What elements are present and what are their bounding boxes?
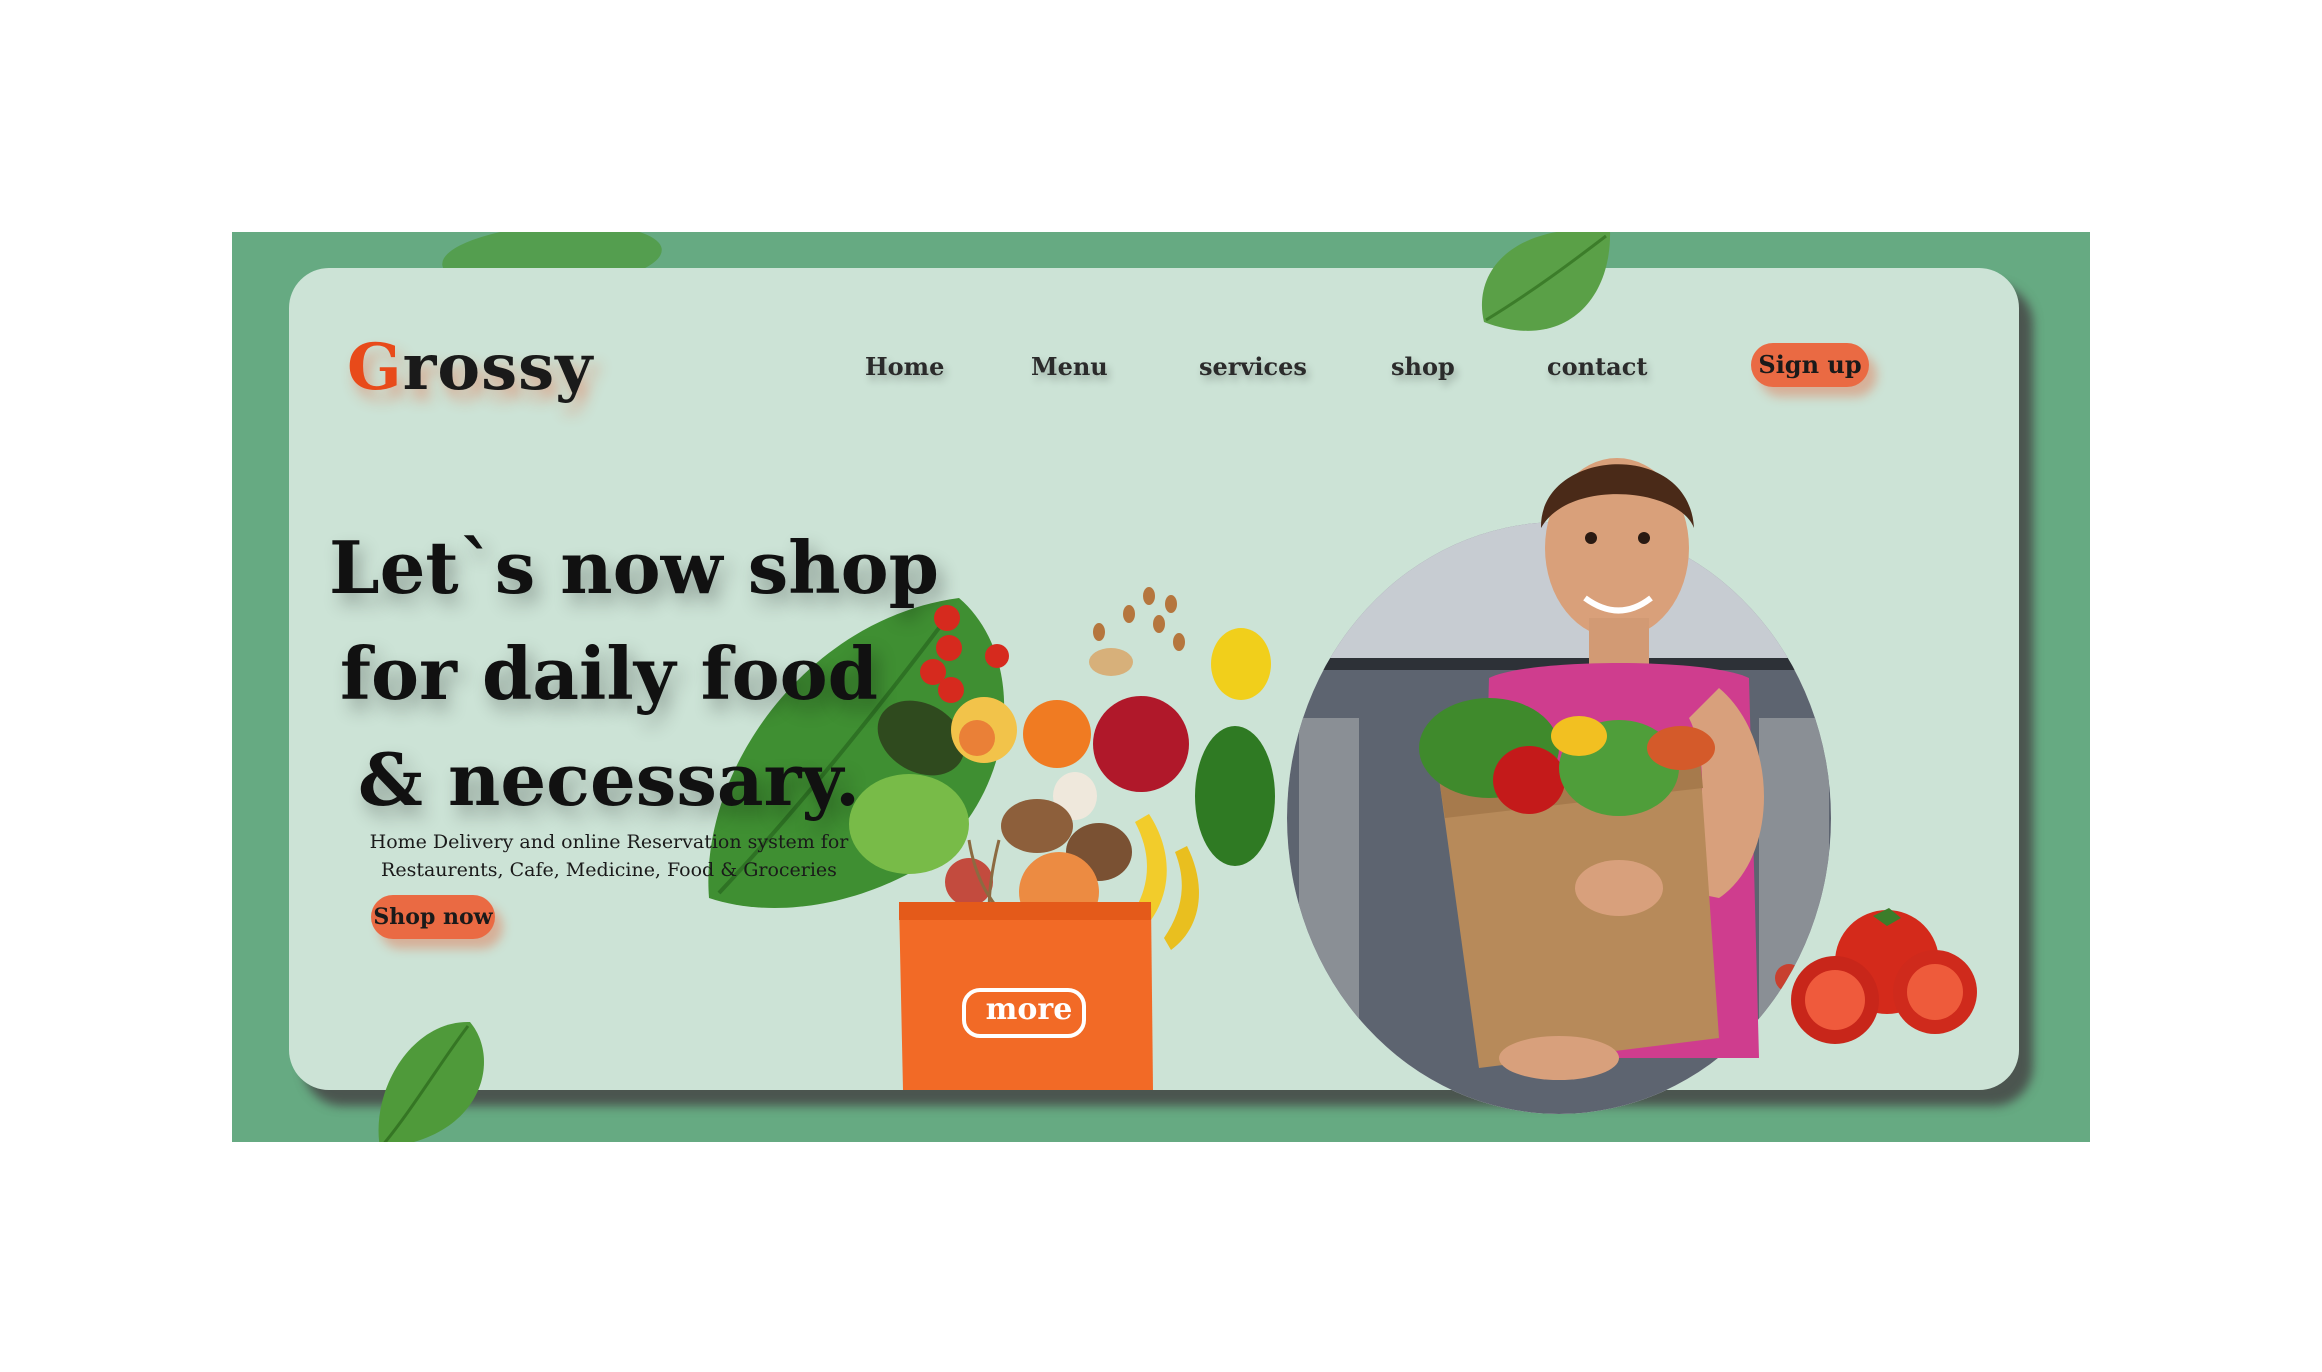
leaf-bottom-left-icon bbox=[378, 1021, 484, 1142]
nav-menu[interactable]: Menu bbox=[1031, 352, 1108, 381]
hero-card: Grossy Home Menu services shop contact S… bbox=[289, 268, 2019, 1114]
nav-shop[interactable]: shop bbox=[1391, 352, 1455, 381]
nav-home[interactable]: Home bbox=[865, 352, 944, 381]
bag-label: more bbox=[985, 992, 1073, 1027]
logo-rest: rossy bbox=[402, 330, 594, 405]
headline-line-1: Let`s now shop bbox=[329, 525, 939, 610]
tomatoes-icon bbox=[1791, 908, 1977, 1044]
subtitle-line-1: Home Delivery and online Reservation sys… bbox=[369, 831, 849, 853]
headline-line-3: & necessary. bbox=[357, 737, 861, 822]
nav-contact[interactable]: contact bbox=[1547, 352, 1647, 381]
hero-frame: Grossy Home Menu services shop contact S… bbox=[232, 232, 2090, 1142]
logo-first-letter: G bbox=[347, 330, 403, 405]
shop-now-button[interactable]: Shop now bbox=[371, 895, 495, 939]
signup-button[interactable]: Sign up bbox=[1751, 343, 1869, 387]
headline-line-2: for daily food bbox=[340, 631, 878, 716]
nav-services[interactable]: services bbox=[1199, 352, 1307, 381]
subtitle-line-2: Restaurents, Cafe, Medicine, Food & Groc… bbox=[381, 859, 837, 881]
shopper-photo bbox=[1287, 458, 1831, 1114]
grocery-bag-illustration bbox=[849, 587, 1275, 1090]
brand-logo[interactable]: Grossy bbox=[347, 330, 593, 405]
leaf-top-center-icon bbox=[1481, 232, 1610, 331]
